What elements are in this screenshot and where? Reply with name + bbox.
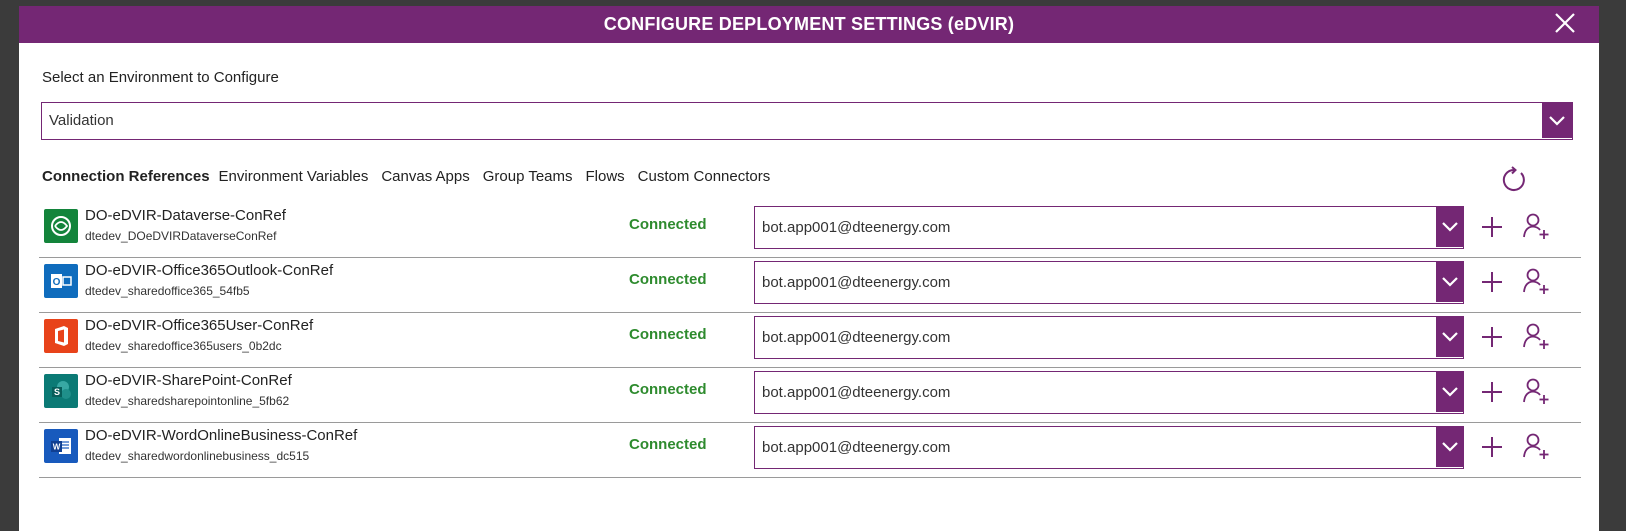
environment-selected-value: Validation bbox=[49, 112, 114, 129]
tab-bar: Connection References Environment Variab… bbox=[42, 168, 783, 185]
connection-selected-value: bot.app001@dteenergy.com bbox=[762, 329, 951, 346]
connection-reference-logical-name: dtedev_sharedoffice365users_0b2dc bbox=[85, 339, 282, 353]
tab-connection-references[interactable]: Connection References bbox=[42, 168, 210, 185]
tab-flows[interactable]: Flows bbox=[586, 168, 625, 185]
add-icon[interactable] bbox=[1480, 325, 1504, 349]
connection-reference-row: DO-eDVIR-Dataverse-ConRef dtedev_DOeDVIR… bbox=[39, 203, 1581, 258]
office365-icon bbox=[44, 319, 78, 353]
connection-reference-row: O DO-eDVIR-Office365Outlook-ConRef dtede… bbox=[39, 258, 1581, 313]
connection-reference-logical-name: dtedev_sharedwordonlinebusiness_dc515 bbox=[85, 449, 310, 463]
tab-environment-variables[interactable]: Environment Variables bbox=[219, 168, 369, 185]
tab-group-teams[interactable]: Group Teams bbox=[483, 168, 573, 185]
connection-dropdown[interactable]: bot.app001@dteenergy.com bbox=[754, 426, 1464, 469]
tab-canvas-apps[interactable]: Canvas Apps bbox=[381, 168, 469, 185]
connection-reference-logical-name: dtedev_sharedsharepointonline_5fb62 bbox=[85, 394, 290, 408]
chevron-down-icon[interactable] bbox=[1436, 427, 1463, 467]
connection-reference-row: DO-eDVIR-Office365User-ConRef dtedev_sha… bbox=[39, 313, 1581, 368]
add-icon[interactable] bbox=[1480, 215, 1504, 239]
add-icon[interactable] bbox=[1480, 270, 1504, 294]
connection-dropdown[interactable]: bot.app001@dteenergy.com bbox=[754, 316, 1464, 359]
tab-custom-connectors[interactable]: Custom Connectors bbox=[638, 168, 771, 185]
dialog-title: CONFIGURE DEPLOYMENT SETTINGS (eDVIR) bbox=[603, 14, 1015, 34]
connection-selected-value: bot.app001@dteenergy.com bbox=[762, 439, 951, 456]
add-user-icon[interactable] bbox=[1522, 322, 1550, 350]
add-user-icon[interactable] bbox=[1522, 212, 1550, 240]
chevron-down-icon[interactable] bbox=[1436, 317, 1463, 357]
sharepoint-icon: S bbox=[44, 374, 78, 408]
chevron-down-icon[interactable] bbox=[1436, 207, 1463, 247]
close-icon[interactable] bbox=[1551, 9, 1579, 37]
dialog-header: CONFIGURE DEPLOYMENT SETTINGS (eDVIR) bbox=[19, 6, 1599, 43]
connection-reference-name: DO-eDVIR-SharePoint-ConRef bbox=[85, 372, 292, 389]
connection-status: Connected bbox=[629, 271, 707, 288]
connection-selected-value: bot.app001@dteenergy.com bbox=[762, 384, 951, 401]
outlook-icon: O bbox=[44, 264, 78, 298]
add-user-icon[interactable] bbox=[1522, 377, 1550, 405]
connection-reference-name: DO-eDVIR-Office365User-ConRef bbox=[85, 317, 314, 334]
word-icon: W bbox=[44, 429, 78, 463]
connection-status: Connected bbox=[629, 216, 707, 233]
dataverse-icon bbox=[44, 209, 78, 243]
deployment-settings-dialog: CONFIGURE DEPLOYMENT SETTINGS (eDVIR) Se… bbox=[19, 6, 1599, 531]
environment-dropdown[interactable]: Validation bbox=[41, 102, 1573, 140]
connection-reference-logical-name: dtedev_DOeDVIRDataverseConRef bbox=[85, 229, 277, 243]
connection-status: Connected bbox=[629, 381, 707, 398]
svg-text:W: W bbox=[53, 443, 61, 452]
refresh-icon[interactable] bbox=[1500, 166, 1528, 194]
connection-reference-name: DO-eDVIR-Office365Outlook-ConRef bbox=[85, 262, 334, 279]
connection-status: Connected bbox=[629, 436, 707, 453]
connection-dropdown[interactable]: bot.app001@dteenergy.com bbox=[754, 261, 1464, 304]
connection-reference-name: DO-eDVIR-Dataverse-ConRef bbox=[85, 207, 286, 224]
connection-reference-name: DO-eDVIR-WordOnlineBusiness-ConRef bbox=[85, 427, 358, 444]
connection-selected-value: bot.app001@dteenergy.com bbox=[762, 219, 951, 236]
add-icon[interactable] bbox=[1480, 435, 1504, 459]
chevron-down-icon[interactable] bbox=[1436, 372, 1463, 412]
connection-dropdown[interactable]: bot.app001@dteenergy.com bbox=[754, 206, 1464, 249]
add-user-icon[interactable] bbox=[1522, 267, 1550, 295]
connection-dropdown[interactable]: bot.app001@dteenergy.com bbox=[754, 371, 1464, 414]
connection-selected-value: bot.app001@dteenergy.com bbox=[762, 274, 951, 291]
environment-label: Select an Environment to Configure bbox=[42, 69, 279, 86]
svg-text:S: S bbox=[54, 387, 60, 397]
add-user-icon[interactable] bbox=[1522, 432, 1550, 460]
connection-reference-row: W DO-eDVIR-WordOnlineBusiness-ConRef dte… bbox=[39, 423, 1581, 478]
connection-reference-row: S DO-eDVIR-SharePoint-ConRef dtedev_shar… bbox=[39, 368, 1581, 423]
chevron-down-icon[interactable] bbox=[1542, 103, 1572, 138]
chevron-down-icon[interactable] bbox=[1436, 262, 1463, 302]
connection-reference-logical-name: dtedev_sharedoffice365_54fb5 bbox=[85, 284, 250, 298]
connection-status: Connected bbox=[629, 326, 707, 343]
svg-text:O: O bbox=[53, 277, 61, 288]
add-icon[interactable] bbox=[1480, 380, 1504, 404]
